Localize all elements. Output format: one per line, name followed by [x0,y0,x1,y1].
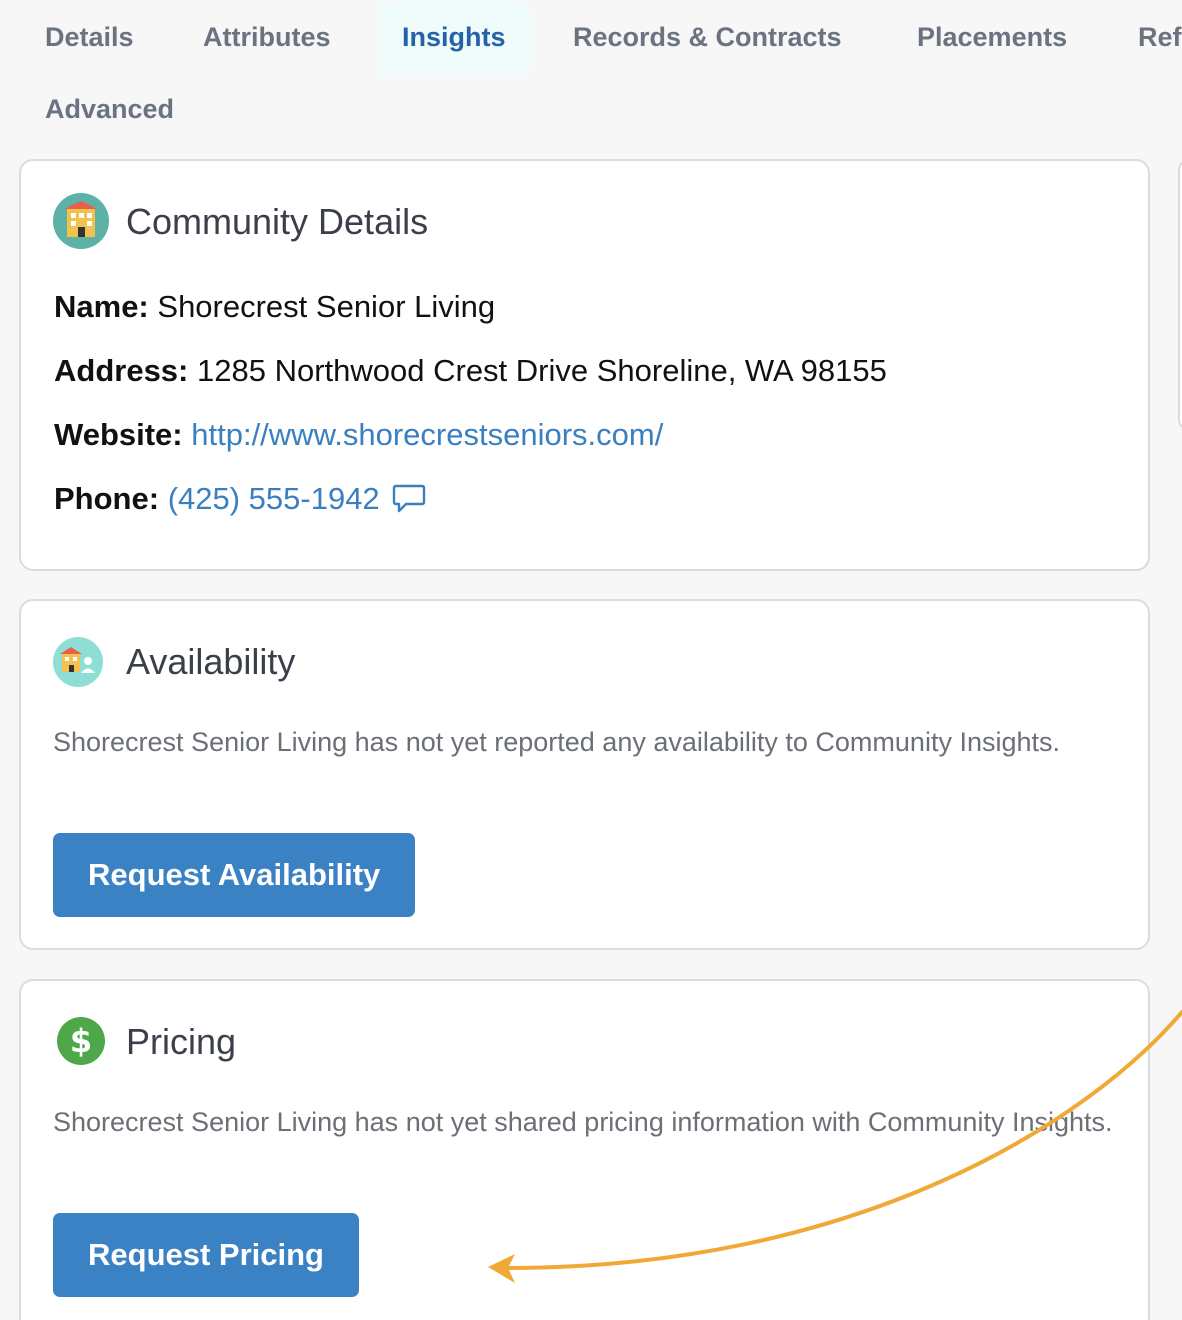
request-availability-button[interactable]: Request Availability [53,833,416,917]
tab-advanced[interactable]: Advanced [45,94,174,125]
phone-field: Phone: (425) 555-1942 [54,481,426,523]
tab-attributes[interactable]: Attributes [203,22,331,53]
building-icon [53,193,109,249]
svg-text:$: $ [70,1022,92,1060]
chat-bubble-icon[interactable] [392,481,426,523]
name-value: Shorecrest Senior Living [157,289,496,324]
side-card-edge [1178,160,1182,430]
website-field: Website: http://www.shorecrestseniors.co… [54,417,663,453]
request-pricing-button[interactable]: Request Pricing [53,1213,359,1297]
website-label: Website: [54,417,183,452]
tab-bar: Details Attributes Insights Records & Co… [0,0,1182,150]
tab-placements[interactable]: Placements [917,22,1067,53]
availability-card: Availability Shorecrest Senior Living ha… [19,599,1150,950]
pricing-title: Pricing [126,1021,237,1062]
pricing-card: $ Pricing Shorecrest Senior Living has n… [19,979,1150,1320]
community-details-card: Community Details Name: Shorecrest Senio… [19,159,1150,571]
dollar-icon: $ [57,1017,105,1065]
availability-description: Shorecrest Senior Living has not yet rep… [53,727,1061,757]
tab-records-contracts[interactable]: Records & Contracts [573,22,842,53]
availability-title: Availability [126,641,296,682]
name-label: Name: [54,289,149,324]
community-details-title: Community Details [126,201,429,242]
pricing-description: Shorecrest Senior Living has not yet sha… [53,1107,1113,1137]
building-person-icon [53,637,103,687]
name-field: Name: Shorecrest Senior Living [54,289,495,325]
tab-insights[interactable]: Insights [377,2,531,77]
website-link[interactable]: http://www.shorecrestseniors.com/ [191,417,663,452]
address-value: 1285 Northwood Crest Drive Shoreline, WA… [197,353,887,388]
phone-label: Phone: [54,481,160,516]
address-field: Address: 1285 Northwood Crest Drive Shor… [54,353,887,389]
phone-link[interactable]: (425) 555-1942 [168,481,380,516]
tab-referrals[interactable]: Ref [1138,22,1182,53]
address-label: Address: [54,353,189,388]
tab-details[interactable]: Details [45,22,134,53]
